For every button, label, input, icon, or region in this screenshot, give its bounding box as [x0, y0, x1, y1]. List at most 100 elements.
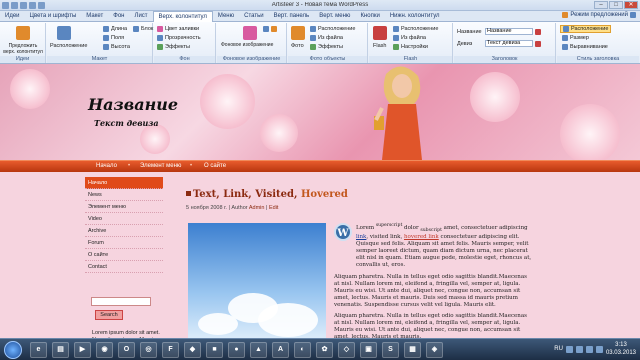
sidebar-item-contact[interactable]: Contact — [85, 261, 163, 273]
group-bg-image: Фоновое изображение Фоновое изображение — [217, 23, 287, 63]
cloud-shape — [258, 303, 318, 337]
heading-size-dropdown[interactable]: Размер — [562, 35, 589, 41]
app-taskbar-icon[interactable]: ◈ — [426, 342, 443, 358]
sidebar-item-forum[interactable]: Forum — [85, 237, 163, 249]
photo-position-dropdown[interactable]: Расположение — [310, 26, 355, 32]
slogan-input[interactable]: Текст девиза — [485, 40, 533, 47]
maximize-button[interactable]: □ — [609, 1, 623, 9]
tray-icon[interactable] — [565, 345, 573, 353]
transparency-dropdown[interactable]: Прозрачность — [157, 35, 201, 41]
title-field-row: Название Название — [457, 28, 541, 35]
app-taskbar-icon[interactable]: A — [272, 342, 289, 358]
tab-vert-menu[interactable]: Верт. меню — [314, 11, 355, 22]
flash-settings[interactable]: Настройки — [393, 44, 428, 50]
network-icon[interactable] — [595, 345, 603, 353]
search-button[interactable]: Search — [95, 310, 123, 320]
help-icon[interactable] — [630, 12, 636, 18]
heading-position-dropdown[interactable]: Расположение — [560, 25, 612, 33]
tray-icon[interactable] — [575, 345, 583, 353]
heading-align-dropdown[interactable]: Выравнивание — [562, 44, 608, 50]
opera-taskbar-icon[interactable]: O — [118, 342, 135, 358]
quick-access-toolbar[interactable] — [2, 2, 48, 9]
group-photo: Фото Расположение Из файла Эффекты Фото … — [288, 23, 368, 63]
app-taskbar-icon[interactable]: ◐ — [294, 342, 311, 358]
tab-header[interactable]: Верх. колонтитул — [152, 10, 213, 22]
group-ideas: Предложить верх. колонтитул Идеи — [0, 23, 46, 63]
background-image-icon — [243, 26, 257, 40]
start-button[interactable] — [4, 341, 22, 359]
sidebar-item-menu[interactable]: Элемент меню — [85, 201, 163, 213]
flash-position-dropdown[interactable]: Расположение — [393, 26, 438, 32]
minimize-button[interactable]: – — [594, 1, 608, 9]
tab-sheet[interactable]: Лист — [130, 11, 153, 22]
close-button[interactable]: ✕ — [624, 1, 638, 9]
position-button[interactable]: Расположение — [50, 43, 87, 49]
post-paragraph-1: Lorem superscript dolor subscript amet, … — [356, 223, 532, 268]
nav-item-menu[interactable]: Элемент меню — [140, 163, 181, 169]
author-link[interactable]: Admin — [249, 205, 265, 211]
volume-icon[interactable] — [585, 345, 593, 353]
nav-separator: • — [190, 163, 193, 169]
length-dropdown[interactable]: Длина — [103, 26, 127, 32]
ribbon-tabs: Идеи Цвета и шрифты Макет Фон Лист Верх.… — [0, 10, 640, 22]
title-color-icon[interactable] — [535, 28, 541, 35]
app-taskbar-icon[interactable]: ✿ — [316, 342, 333, 358]
sidebar-item-home[interactable]: Начало — [85, 177, 163, 189]
tab-articles[interactable]: Статьи — [239, 11, 268, 22]
sidebar-item-news[interactable]: News — [85, 189, 163, 201]
edit-link[interactable]: Edit — [269, 205, 278, 211]
sidebar-item-video[interactable]: Video — [85, 213, 163, 225]
media-taskbar-icon[interactable]: ▶ — [74, 342, 91, 358]
block-button[interactable]: Блок — [133, 26, 153, 32]
flash-button[interactable]: Flash — [373, 43, 386, 49]
clock[interactable]: 3:13 03.03.2013 — [606, 341, 636, 357]
suggest-header-icon — [16, 26, 30, 40]
group-heading-label: Заголовок — [454, 56, 555, 63]
app-taskbar-icon[interactable]: ◆ — [184, 342, 201, 358]
skype-taskbar-icon[interactable]: S — [382, 342, 399, 358]
tab-ideas[interactable]: Идеи — [0, 11, 25, 22]
tab-buttons[interactable]: Кнопки — [355, 11, 384, 22]
photo-button[interactable]: Фото — [291, 43, 304, 49]
hovered-link[interactable]: hovered link — [404, 234, 439, 240]
filezilla-taskbar-icon[interactable]: F — [162, 342, 179, 358]
tab-colors-fonts[interactable]: Цвета и шрифты — [25, 11, 82, 22]
language-indicator[interactable]: RU — [554, 346, 563, 352]
app-taskbar-icon[interactable]: ▲ — [250, 342, 267, 358]
explorer-taskbar-icon[interactable]: ▤ — [52, 342, 69, 358]
tab-background[interactable]: Фон — [108, 11, 129, 22]
app-taskbar-icon[interactable]: ● — [228, 342, 245, 358]
chrome-taskbar-icon[interactable]: ◉ — [96, 342, 113, 358]
margins-dropdown[interactable]: Поля — [103, 35, 124, 41]
nav-item-home[interactable]: Начало — [96, 163, 117, 169]
fill-color-dropdown[interactable]: Цвет заливки — [157, 26, 199, 32]
nav-item-about[interactable]: О сайте — [204, 163, 226, 169]
app-taskbar-icon[interactable]: ◇ — [338, 342, 355, 358]
photo-effects[interactable]: Эффекты — [310, 44, 343, 50]
bg-image-options[interactable] — [263, 26, 277, 32]
sample-link[interactable]: link — [356, 234, 366, 240]
tab-vert-panel[interactable]: Верт. панель — [269, 11, 315, 22]
suggestion-mode-toggle[interactable]: Режим предложений — [562, 12, 636, 18]
tab-menu[interactable]: Меню — [213, 11, 239, 22]
firefox-taskbar-icon[interactable]: ◎ — [140, 342, 157, 358]
photo-from-file[interactable]: Из файла — [310, 35, 343, 41]
tab-layout[interactable]: Макет — [81, 11, 108, 22]
app-taskbar-icon[interactable]: ▣ — [360, 342, 377, 358]
post-title[interactable]: Text, Link, Visited, Hovered — [186, 189, 348, 200]
background-image-button[interactable]: Фоновое изображение — [221, 42, 283, 48]
sidebar-item-about[interactable]: О сайте — [85, 249, 163, 261]
slogan-color-icon[interactable] — [535, 40, 541, 47]
flash-from-file[interactable]: Из файла — [393, 35, 426, 41]
effects-dropdown[interactable]: Эффекты — [157, 44, 190, 50]
sidebar-item-archive[interactable]: Archive — [85, 225, 163, 237]
title-input[interactable]: Название — [485, 28, 533, 35]
group-ideas-label: Идеи — [0, 56, 45, 63]
search-input[interactable] — [91, 297, 151, 306]
ie-taskbar-icon[interactable]: e — [30, 342, 47, 358]
height-dropdown[interactable]: Высота — [103, 44, 130, 50]
suggest-header-button[interactable]: Предложить верх. колонтитул — [2, 43, 44, 55]
tab-footer[interactable]: Нижн. колонтитул — [385, 11, 445, 22]
app-taskbar-icon[interactable]: ■ — [206, 342, 223, 358]
app-taskbar-icon[interactable]: ▦ — [404, 342, 421, 358]
